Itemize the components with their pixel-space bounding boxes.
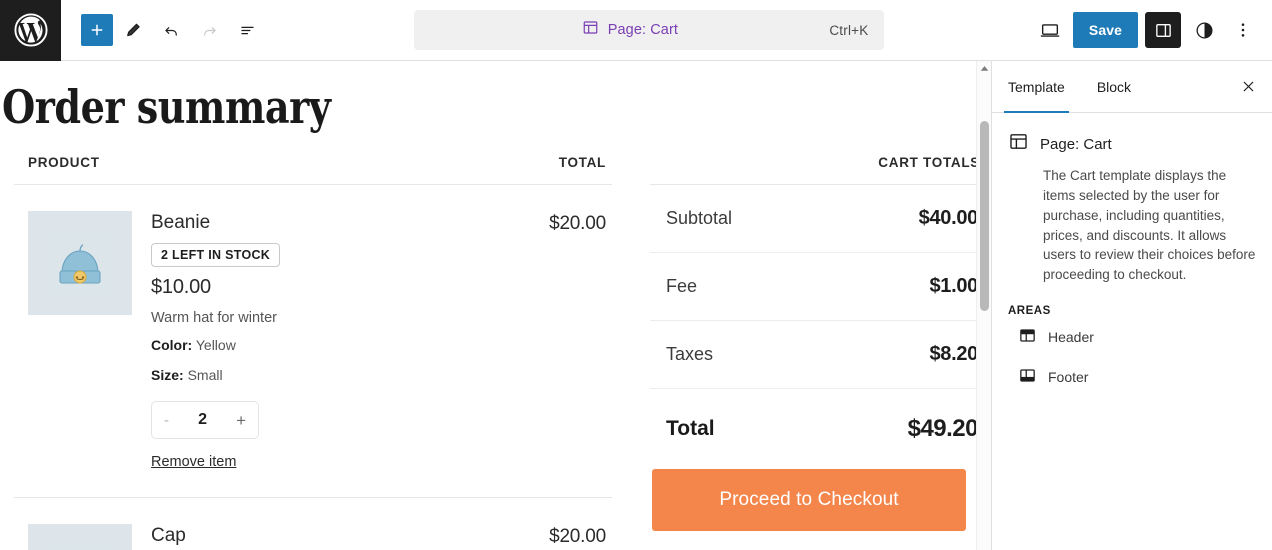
editor-header: Page: Cart Ctrl+K Save [0,0,1272,61]
footer-area-icon [1018,366,1037,388]
product-description: Warm hat for winter [151,310,277,327]
wordpress-logo-icon[interactable] [0,0,61,61]
scroll-up-arrow-icon[interactable] [977,61,991,76]
template-description: The Cart template displays the items sel… [1043,168,1256,283]
close-icon[interactable] [1228,67,1268,107]
totals-row-grand-total: Total $49.20 [650,389,980,469]
totals-row-taxes: Taxes $8.20 [650,321,980,389]
settings-sidebar: Template Block Page: Cart The Cart templ… [991,61,1272,550]
cart-item-details: Cap $20.00 [132,524,549,550]
attribute-value: Yellow [195,337,236,354]
area-label: Header [1048,329,1094,346]
contrast-half-circle-icon[interactable] [1188,12,1220,48]
cart-item-row: Beanie 2 LEFT IN STOCK $10.00 Warm hat f… [14,185,612,499]
undo-button[interactable] [153,12,189,48]
sidebar-tabs: Template Block [992,61,1272,113]
totals-value: $40.00 [918,206,979,229]
tab-block[interactable]: Block [1081,61,1147,113]
scrollbar-thumb[interactable] [980,121,989,311]
command-bar[interactable]: Page: Cart Ctrl+K [414,10,885,50]
quantity-decrease-button[interactable]: - [164,413,169,428]
cart-page-content: Order summary PRODUCT TOTAL Beanie 2 LEF… [0,61,991,550]
totals-value: $8.20 [929,342,978,365]
quantity-value[interactable]: 2 [198,411,207,429]
sidebar-template-panel: Page: Cart The Cart template displays th… [992,113,1272,397]
cart-totals-heading: CART TOTALS [650,155,980,185]
cart-items-table: PRODUCT TOTAL Beanie 2 LEFT IN STOCK $10… [0,155,612,550]
beanie-hat-thumbnail[interactable] [28,210,132,315]
command-bar-content: Page: Cart [430,19,829,41]
cart-item-row: Cap $20.00 $20.00 [14,498,612,550]
editor-body: Order summary PRODUCT TOTAL Beanie 2 LEF… [0,61,1272,550]
editor-toolbar [61,12,265,48]
canvas-scrollbar[interactable] [976,61,991,550]
totals-value: $1.00 [929,274,978,297]
command-bar-label: Page: Cart [607,22,679,38]
totals-label: Subtotal [666,207,733,228]
cart-layout: PRODUCT TOTAL Beanie 2 LEFT IN STOCK $10… [0,133,991,550]
template-page-icon [582,19,599,41]
totals-label: Taxes [666,343,714,364]
product-attribute-size: Size: Small [151,365,549,385]
tab-template[interactable]: Template [992,61,1081,113]
attribute-label: Color: [151,337,193,354]
totals-label: Total [666,416,715,440]
header-actions: Save [1034,12,1272,48]
product-name[interactable]: Beanie [151,211,549,235]
list-view-button[interactable] [229,12,265,48]
command-bar-shortcut: Ctrl+K [829,22,869,38]
page-title: Order summary [2,80,331,134]
template-title-row: Page: Cart [1008,131,1256,157]
column-header-total: TOTAL [558,154,606,170]
product-line-total: $20.00 [549,212,606,234]
header-area-icon [1018,326,1037,348]
cart-totals-panel: CART TOTALS Subtotal $40.00 Fee $1.00 Ta… [650,155,980,531]
template-page-icon [1008,131,1029,157]
cap-hat-thumbnail[interactable] [28,524,132,550]
three-dots-vertical-icon[interactable] [1227,12,1259,48]
template-title: Page: Cart [1040,135,1112,153]
areas-section-label: AREAS [1008,305,1051,318]
product-unit-price: $10.00 [151,276,211,299]
area-item-footer[interactable]: Footer [1008,357,1256,397]
cart-item-details: Beanie 2 LEFT IN STOCK $10.00 Warm hat f… [132,211,549,471]
product-attribute-color: Color: Yellow [151,335,549,355]
quantity-increase-button[interactable]: + [236,412,246,429]
command-bar-wrapper: Page: Cart Ctrl+K [265,10,1034,50]
attribute-label: Size: [151,366,184,383]
status-badge: 2 LEFT IN STOCK [151,243,281,268]
attribute-value: Small [187,366,223,383]
remove-item-link[interactable]: Remove item [151,454,236,470]
editor-canvas[interactable]: Order summary PRODUCT TOTAL Beanie 2 LEF… [0,61,991,550]
product-line-total: $20.00 [549,526,606,548]
proceed-to-checkout-button[interactable]: Proceed to Checkout [652,468,966,531]
redo-button[interactable] [191,12,227,48]
totals-value: $49.20 [907,414,979,442]
column-header-product: PRODUCT [28,154,100,170]
quantity-stepper[interactable]: - 2 + [151,401,259,440]
cart-table-header: PRODUCT TOTAL [14,155,612,185]
add-block-button[interactable] [81,14,113,46]
device-desktop-icon[interactable] [1034,12,1066,48]
wordpress-site-editor: Page: Cart Ctrl+K Save Order summary PRO… [0,0,1272,550]
save-button[interactable]: Save [1072,12,1138,48]
totals-label: Fee [666,275,698,296]
totals-row-fee: Fee $1.00 [650,253,980,321]
area-item-header[interactable]: Header [1008,317,1256,357]
area-label: Footer [1048,369,1089,386]
product-name[interactable]: Cap [151,524,549,548]
sidebar-panel-icon[interactable] [1145,12,1181,48]
edit-tool-button[interactable] [115,12,151,48]
totals-row-subtotal: Subtotal $40.00 [650,185,980,253]
